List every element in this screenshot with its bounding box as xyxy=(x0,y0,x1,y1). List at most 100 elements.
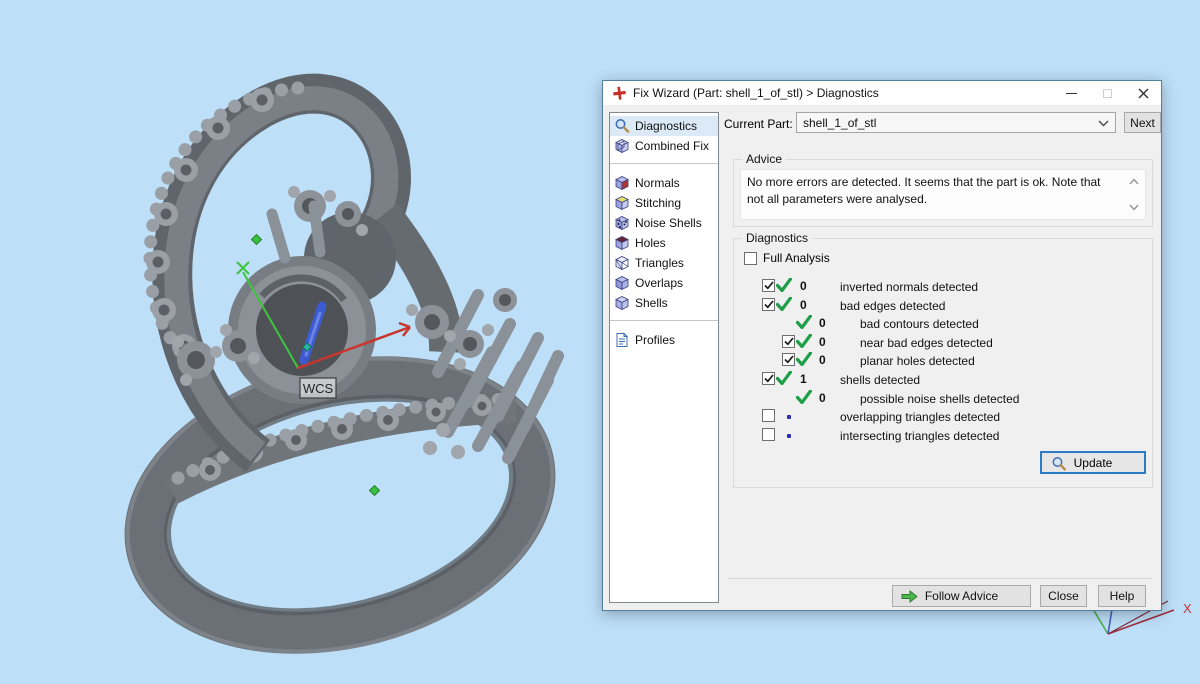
green-check-icon xyxy=(795,351,813,369)
svg-text:WCS: WCS xyxy=(303,381,334,396)
profiles-icon xyxy=(614,332,630,348)
diagnostic-label: possible noise shells detected xyxy=(860,391,1020,406)
diagnostic-label: shells detected xyxy=(840,373,921,387)
sidebar-item-label: Overlaps xyxy=(635,276,684,290)
overlaps-cube-icon xyxy=(614,275,630,291)
next-button[interactable]: Next xyxy=(1124,112,1161,133)
sidebar-item-label: Profiles xyxy=(635,333,676,347)
diagnostic-count: 0 xyxy=(800,297,807,312)
diagnostic-label: bad edges detected xyxy=(840,298,946,313)
diagnostic-count: 1 xyxy=(800,372,807,386)
normals-cube-icon xyxy=(614,175,630,191)
diagnostic-checkbox[interactable] xyxy=(782,353,795,367)
advice-group-title: Advice xyxy=(742,152,787,166)
advice-groupbox: Advice No more errors are detected. It s… xyxy=(733,152,1153,227)
scroll-down-icon[interactable] xyxy=(1128,201,1140,213)
diagnostic-count: 0 xyxy=(800,279,807,293)
diagnostic-label: near bad edges detected xyxy=(860,335,993,350)
advice-textbox: No more errors are detected. It seems th… xyxy=(740,169,1146,220)
update-button[interactable]: Update xyxy=(1040,451,1146,474)
sidebar-item-holes[interactable]: Holes xyxy=(610,233,718,253)
diagnostic-count: 0 xyxy=(819,353,826,368)
maximize-icon xyxy=(1089,81,1125,105)
sidebar-item-stitching[interactable]: Stitching xyxy=(610,193,718,213)
diagnostic-label: inverted normals detected xyxy=(840,280,979,294)
dialog-title: Fix Wizard (Part: shell_1_of_stl) > Diag… xyxy=(633,86,879,100)
diagnostic-label: planar holes detected xyxy=(860,354,975,369)
sidebar-item-triangles[interactable]: Triangles xyxy=(610,253,718,273)
diagnostic-count: 0 xyxy=(819,334,826,349)
diagnostic-row: 0 inverted normals detected xyxy=(734,277,1152,296)
dialog-titlebar[interactable]: Fix Wizard (Part: shell_1_of_stl) > Diag… xyxy=(603,81,1161,106)
shells-cube-icon xyxy=(614,295,630,311)
sidebar-item-label: Normals xyxy=(635,176,680,190)
diagnostic-row: 0 planar holes detected xyxy=(734,351,1152,370)
diagnostic-checkbox[interactable] xyxy=(762,297,775,311)
diagnostic-row: overlapping triangles detected xyxy=(734,408,1152,426)
diagnostics-group-title: Diagnostics xyxy=(742,231,813,245)
app-canvas: WCS X Fix Wizard (Part: shell_1_of_stl) … xyxy=(0,0,1200,684)
sidebar-item-label: Noise Shells xyxy=(635,216,702,230)
diagnostic-row: 0 near bad edges detected xyxy=(734,333,1152,352)
follow-advice-button[interactable]: Follow Advice xyxy=(892,585,1031,607)
advice-text: No more errors are detected. It seems th… xyxy=(747,175,1101,206)
magnifier-icon xyxy=(614,118,630,134)
noise-shells-cube-icon xyxy=(614,215,630,231)
diagnostic-checkbox[interactable] xyxy=(762,427,775,441)
diagnostic-checkbox[interactable] xyxy=(762,409,775,423)
close-button[interactable]: Close xyxy=(1040,585,1087,607)
diagnostic-row: 0 bad edges detected xyxy=(734,295,1152,315)
green-check-icon xyxy=(795,333,813,351)
green-check-icon xyxy=(775,277,793,295)
diagnostic-checkbox[interactable] xyxy=(782,334,795,348)
sidebar-item-label: Shells xyxy=(635,296,668,310)
diagnostic-label: intersecting triangles detected xyxy=(840,428,1000,443)
sidebar-list: Diagnostics Combined Fix Normals Stitching N… xyxy=(609,112,719,603)
triangles-cube-icon xyxy=(614,255,630,271)
sidebar-item-normals[interactable]: Normals xyxy=(610,173,718,193)
sidebar-item-noise-shells[interactable]: Noise Shells xyxy=(610,213,718,233)
sidebar-item-label: Holes xyxy=(635,236,666,250)
diagnostic-label: bad contours detected xyxy=(860,317,979,332)
diagnostic-checkbox[interactable] xyxy=(762,372,775,385)
sidebar-item-label: Diagnostics xyxy=(635,119,698,133)
current-part-dropdown[interactable]: shell_1_of_stl xyxy=(796,112,1116,133)
minimize-icon[interactable] xyxy=(1053,81,1089,105)
sidebar-item-profiles[interactable]: Profiles xyxy=(610,330,718,350)
chevron-down-icon xyxy=(1098,116,1109,130)
current-part-label: Current Part: xyxy=(724,117,793,131)
combined-fix-icon xyxy=(614,138,630,154)
wcs-label: WCS xyxy=(299,377,337,399)
sidebar-item-label: Triangles xyxy=(635,256,684,270)
footer-divider xyxy=(727,578,1153,579)
follow-advice-label: Follow Advice xyxy=(924,589,999,603)
stitching-cube-icon xyxy=(614,195,630,211)
green-check-icon xyxy=(775,370,793,388)
sidebar-item-label: Stitching xyxy=(635,196,682,210)
full-analysis-label: Full Analysis xyxy=(763,251,830,265)
sidebar-item-overlaps[interactable]: Overlaps xyxy=(610,273,718,293)
diagnostic-row: 0 possible noise shells detected xyxy=(734,388,1152,408)
close-icon[interactable] xyxy=(1125,81,1161,105)
green-check-icon xyxy=(795,314,813,332)
magnifier-icon xyxy=(1051,456,1067,475)
green-check-icon xyxy=(795,388,813,407)
sidebar-item-shells[interactable]: Shells xyxy=(610,293,718,313)
full-analysis-checkbox[interactable] xyxy=(744,251,757,265)
fix-wizard-app-icon xyxy=(612,86,627,101)
sidebar-divider xyxy=(610,163,718,164)
holes-cube-icon xyxy=(614,235,630,251)
help-button[interactable]: Help xyxy=(1098,585,1146,607)
diagnostic-count: 0 xyxy=(819,316,826,331)
green-check-icon xyxy=(775,295,793,314)
blue-dot-icon xyxy=(787,433,791,438)
sidebar-item-combined-fix[interactable]: Combined Fix xyxy=(610,136,718,156)
fix-wizard-dialog: Fix Wizard (Part: shell_1_of_stl) > Diag… xyxy=(602,80,1162,611)
svg-text:X: X xyxy=(1183,601,1192,616)
diagnostics-groupbox: Diagnostics Full Analysis 0 inverted norm… xyxy=(733,231,1153,488)
sidebar-divider xyxy=(610,320,718,321)
diagnostic-count: 0 xyxy=(819,390,826,405)
diagnostic-checkbox[interactable] xyxy=(762,279,775,292)
scroll-up-icon[interactable] xyxy=(1128,176,1140,188)
sidebar-item-diagnostics[interactable]: Diagnostics xyxy=(610,116,718,136)
